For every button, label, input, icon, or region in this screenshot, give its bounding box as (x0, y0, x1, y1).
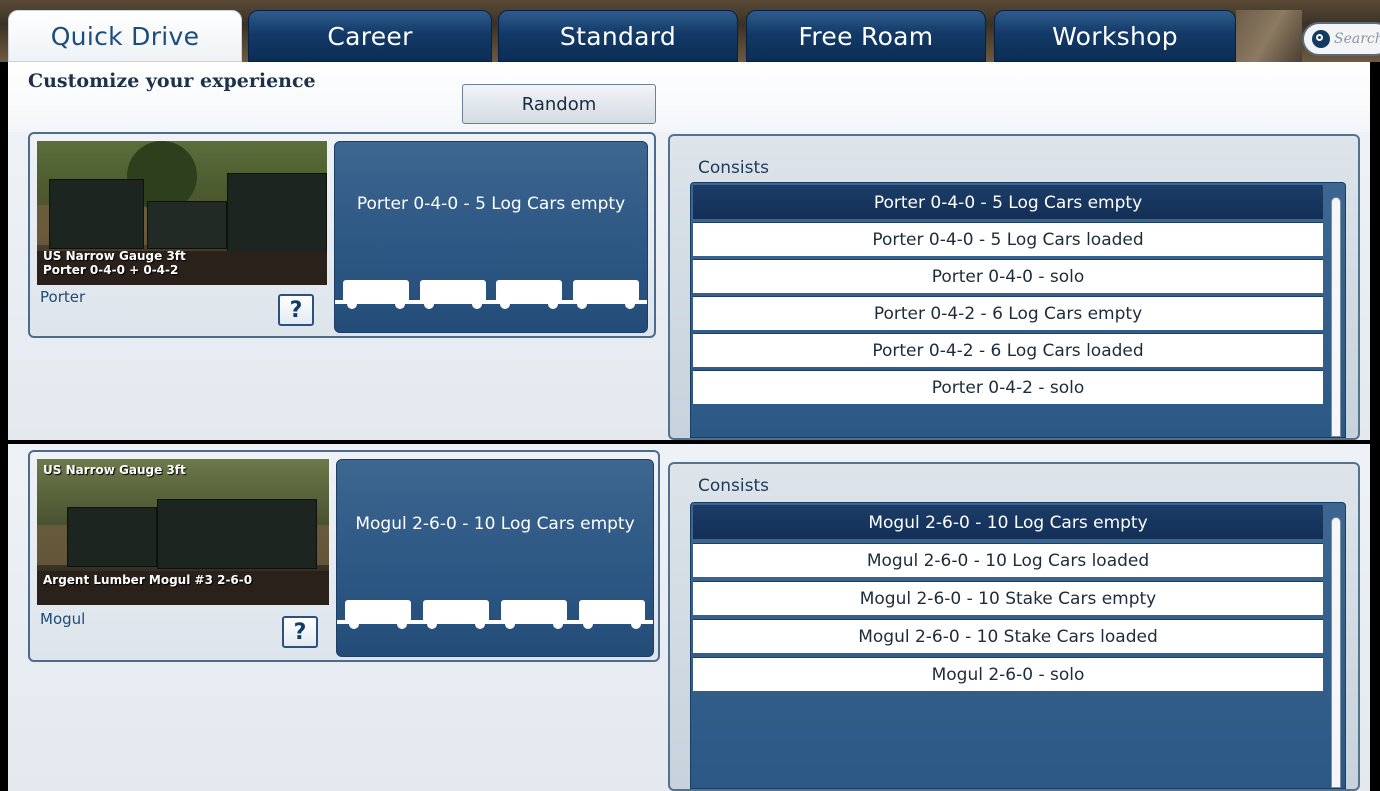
thumbnail-locomotive (67, 507, 157, 567)
car-icon (493, 600, 575, 632)
tab-workshop[interactable]: Workshop (994, 10, 1236, 62)
consists-panel: Consists Porter 0-4-0 - 5 Log Cars empty… (668, 134, 1360, 440)
random-button[interactable]: Random (462, 84, 656, 124)
car-icon (415, 600, 497, 632)
consist-list-item[interactable]: Mogul 2-6-0 - solo (693, 657, 1323, 691)
consists-label: Consists (698, 476, 770, 496)
tab-career[interactable]: Career (248, 10, 492, 62)
thumbnail-caption: Argent Lumber Mogul #3 2-6-0 (43, 573, 253, 587)
consist-list-item[interactable]: Mogul 2-6-0 - 10 Log Cars loaded (693, 543, 1323, 577)
thumbnail-locomotive (157, 499, 317, 569)
consist-preview-title: Porter 0-4-0 - 5 Log Cars empty (356, 194, 626, 214)
page-header: Customize your experience Random (8, 62, 1370, 132)
consists-panel: Consists Mogul 2-6-0 - 10 Log Cars empty… (668, 462, 1360, 791)
consist-preview-title: Mogul 2-6-0 - 10 Log Cars empty (355, 514, 635, 534)
tab-bar-background (1236, 10, 1302, 62)
consist-list-item[interactable]: Porter 0-4-2 - 6 Log Cars empty (693, 296, 1323, 330)
tab-free-roam[interactable]: Free Roam (746, 10, 986, 62)
top-tab-bar: Quick Drive Career Standard Free Roam Wo… (0, 0, 1380, 62)
search-icon (1312, 30, 1330, 48)
consist-list-item[interactable]: Mogul 2-6-0 - 10 Stake Cars loaded (693, 619, 1323, 653)
consists-list: Porter 0-4-0 - 5 Log Cars empty Porter 0… (690, 182, 1346, 438)
consist-cars (337, 600, 653, 632)
tab-standard[interactable]: Standard (498, 10, 738, 62)
consist-list-item[interactable]: Porter 0-4-0 - 5 Log Cars loaded (693, 222, 1323, 256)
thumbnail-caption: US Narrow Gauge 3ft (43, 463, 186, 477)
car-icon (564, 280, 647, 312)
consist-preview: Porter 0-4-0 - 5 Log Cars empty (334, 141, 648, 333)
loco-card[interactable]: US Narrow Gauge 3ft Argent Lumber Mogul … (28, 450, 660, 662)
thumbnail-caption: Porter 0-4-0 + 0-4-2 (43, 263, 179, 277)
consists-label: Consists (698, 158, 770, 178)
loco-section-porter: US Narrow Gauge 3ft Porter 0-4-0 + 0-4-2… (8, 132, 1370, 440)
consist-list-item[interactable]: Porter 0-4-2 - solo (693, 370, 1323, 404)
thumbnail-locomotive (227, 173, 327, 253)
consist-cars (335, 280, 647, 312)
consist-list-item[interactable]: Mogul 2-6-0 - 10 Stake Cars empty (693, 581, 1323, 615)
car-icon (335, 280, 417, 312)
car-icon (411, 280, 494, 312)
loco-card[interactable]: US Narrow Gauge 3ft Porter 0-4-0 + 0-4-2… (28, 132, 656, 338)
tab-quick-drive[interactable]: Quick Drive (8, 10, 242, 62)
thumbnail-locomotive (49, 179, 144, 249)
list-scrollbar[interactable] (1331, 197, 1341, 437)
thumbnail-caption: US Narrow Gauge 3ft (43, 249, 186, 263)
search-input[interactable]: Search (1302, 22, 1380, 56)
loco-section-mogul: US Narrow Gauge 3ft Argent Lumber Mogul … (8, 444, 1370, 791)
list-scrollbar[interactable] (1331, 517, 1341, 788)
search-placeholder: Search (1334, 31, 1380, 47)
help-button[interactable]: ? (282, 616, 318, 648)
car-icon (488, 280, 571, 312)
loco-thumbnail: US Narrow Gauge 3ft Porter 0-4-0 + 0-4-2 (37, 141, 327, 285)
consist-list-item[interactable]: Porter 0-4-0 - 5 Log Cars empty (693, 185, 1323, 219)
consist-list-item[interactable]: Porter 0-4-2 - 6 Log Cars loaded (693, 333, 1323, 367)
help-button[interactable]: ? (278, 294, 314, 326)
consists-list: Mogul 2-6-0 - 10 Log Cars empty Mogul 2-… (690, 502, 1346, 789)
consist-list-item[interactable]: Mogul 2-6-0 - 10 Log Cars empty (693, 505, 1323, 539)
page-title: Customize your experience (28, 70, 316, 92)
car-icon (337, 600, 419, 632)
consist-list-item[interactable]: Porter 0-4-0 - solo (693, 259, 1323, 293)
car-icon (571, 600, 653, 632)
consist-preview: Mogul 2-6-0 - 10 Log Cars empty (336, 459, 654, 657)
thumbnail-locomotive (147, 201, 227, 249)
loco-thumbnail: US Narrow Gauge 3ft Argent Lumber Mogul … (37, 459, 329, 605)
loco-name: Mogul (40, 610, 86, 628)
loco-name: Porter (40, 288, 86, 306)
